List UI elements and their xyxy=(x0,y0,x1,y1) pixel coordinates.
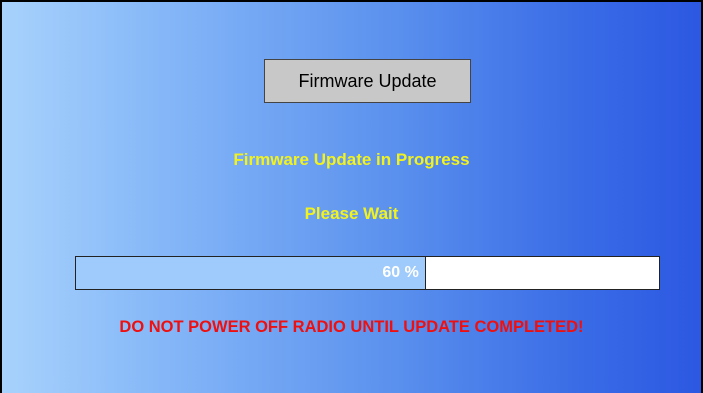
please-wait-text: Please Wait xyxy=(304,204,399,223)
progress-percent-label: 60 % xyxy=(382,264,419,281)
firmware-update-button[interactable]: Firmware Update xyxy=(264,59,471,103)
firmware-update-screen: Firmware Update Firmware Update in Progr… xyxy=(0,0,703,393)
progress-bar-fill: 60 % xyxy=(76,257,426,289)
power-off-warning: DO NOT POWER OFF RADIO UNTIL UPDATE COMP… xyxy=(119,318,584,336)
status-heading: Firmware Update in Progress xyxy=(233,150,470,169)
progress-bar: 60 % xyxy=(75,256,660,290)
